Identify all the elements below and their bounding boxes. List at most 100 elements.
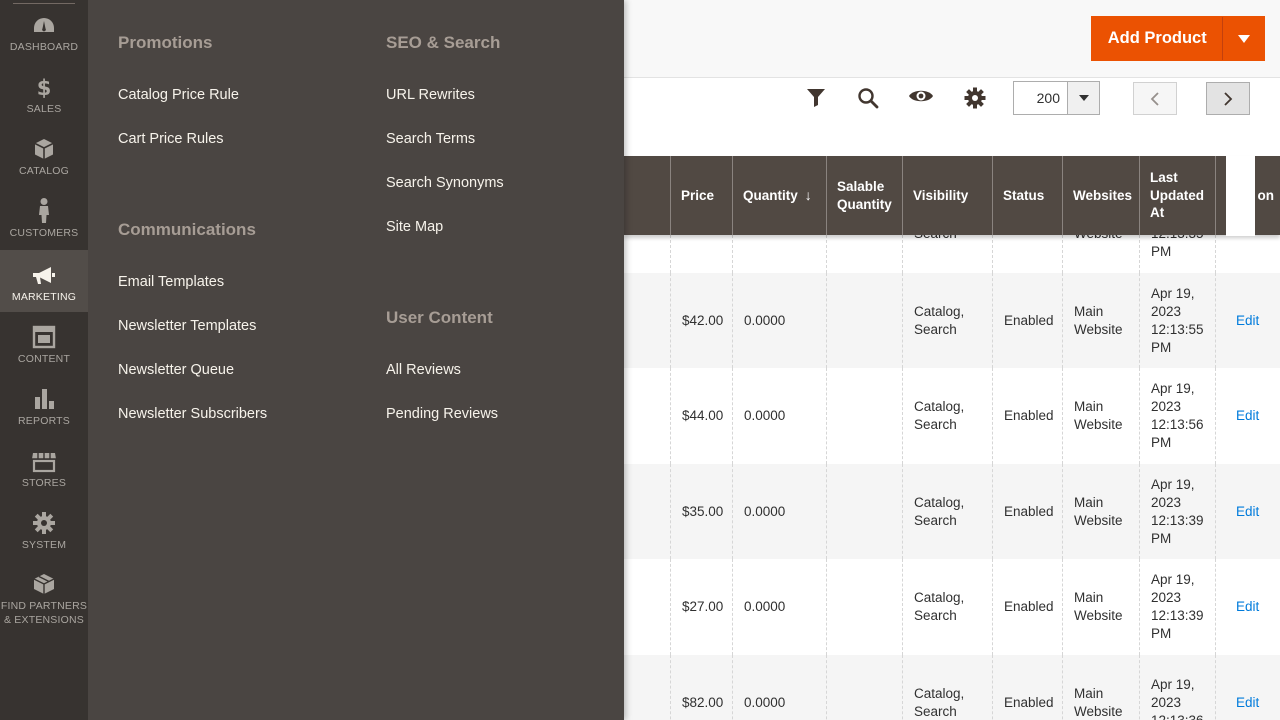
svg-text:$: $ <box>37 76 52 99</box>
cell-text: Enabled <box>1004 694 1054 710</box>
flyout-link-catalog-price-rule[interactable]: Catalog Price Rule <box>118 87 239 103</box>
column-header-websites[interactable]: Websites <box>1063 156 1140 235</box>
flyout-link-site-map[interactable]: Site Map <box>386 219 443 235</box>
edit-link[interactable]: Edit <box>1216 312 1259 330</box>
cell-updated: Apr 19, 2023 12:13:56 PM <box>1140 368 1216 464</box>
column-header-visibility[interactable]: Visibility <box>903 156 993 235</box>
cell-price: $42.00 <box>671 273 733 368</box>
column-header-last-updated[interactable]: Last Updated At <box>1140 156 1216 235</box>
nav-item-find-partners[interactable]: FIND PARTNERS & EXTENSIONS <box>0 562 88 632</box>
cell-action: Edit <box>1216 559 1280 655</box>
search-icon[interactable] <box>856 86 880 110</box>
cell-websites: Main Website <box>1063 655 1140 720</box>
megaphone-icon <box>33 267 55 284</box>
nav-item-sales[interactable]: $ SALES <box>0 62 88 124</box>
per-page-dropdown-toggle[interactable] <box>1067 82 1099 114</box>
flyout-link-search-synonyms[interactable]: Search Synonyms <box>386 175 504 191</box>
dollar-icon: $ <box>37 76 52 99</box>
table-row: $82.00 0.0000 Catalog, Search Enabled Main W… <box>624 655 1280 720</box>
cell-text: Enabled <box>1004 408 1054 423</box>
cell-price: $44.00 <box>671 368 733 464</box>
cell-websites: Main Website <box>1063 559 1140 655</box>
nav-label: REPORTS <box>18 415 70 427</box>
column-header-salable-quantity[interactable]: Salable Quantity <box>827 156 903 235</box>
column-label: Status <box>1003 187 1045 203</box>
cell-text: Main Website <box>1074 303 1123 337</box>
box-icon <box>34 139 54 159</box>
cell-text: $27.00 <box>682 599 724 614</box>
cell-text: Catalog, Search <box>914 399 965 432</box>
cell <box>624 273 671 368</box>
nav-item-customers[interactable]: CUSTOMERS <box>0 186 88 248</box>
cell-text: 0.0000 <box>744 694 786 710</box>
nav-label: SYSTEM <box>21 539 67 551</box>
column-header-quantity[interactable]: Quantity ↓ <box>733 156 827 235</box>
previous-page-button[interactable] <box>1133 82 1177 115</box>
content-icon <box>32 325 56 349</box>
nav-item-stores[interactable]: STORES <box>0 436 88 498</box>
filter-icon[interactable] <box>804 86 828 110</box>
nav-item-content[interactable]: CONTENT <box>0 312 88 374</box>
flyout-link-url-rewrites[interactable]: URL Rewrites <box>386 87 475 103</box>
add-product-dropdown-toggle[interactable] <box>1222 17 1264 60</box>
cell-text: Apr 19, 2023 12:13:36 <box>1151 676 1204 720</box>
cell-text: Main Website <box>1074 399 1123 432</box>
flyout-link-all-reviews[interactable]: All Reviews <box>386 362 461 378</box>
cell-quantity: 0.0000 <box>733 464 827 559</box>
edit-link[interactable]: Edit <box>1216 503 1259 521</box>
column-label: Websites <box>1073 187 1133 203</box>
cell-visibility: Catalog, Search <box>903 273 993 368</box>
nav-item-catalog[interactable]: CATALOG <box>0 124 88 186</box>
cell-text: $82.00 <box>682 694 724 710</box>
column-label: Price <box>681 187 715 203</box>
column-label: Quantity <box>743 187 798 203</box>
cell-quantity: 0.0000 <box>733 655 827 720</box>
column-header-price[interactable]: Price <box>671 156 733 235</box>
column-header-hidden <box>624 156 671 235</box>
nav-item-reports[interactable]: REPORTS <box>0 374 88 436</box>
caret-down-icon <box>1237 34 1250 43</box>
add-product-button[interactable]: Add Product <box>1092 17 1222 60</box>
cell-text: 0.0000 <box>744 599 786 614</box>
flyout-link-newsletter-templates[interactable]: Newsletter Templates <box>118 318 256 334</box>
cell-updated: Apr 19, 2023 12:13:36 <box>1140 655 1216 720</box>
flyout-group-title-communications: Communications <box>118 220 256 239</box>
nav-item-dashboard[interactable]: DASHBOARD <box>0 0 88 62</box>
cell-text: Main Website <box>1074 494 1123 528</box>
nav-label: CATALOG <box>18 165 70 177</box>
edit-link[interactable]: Edit <box>1216 694 1259 712</box>
gear-icon[interactable] <box>963 86 987 110</box>
flyout-link-cart-price-rules[interactable]: Cart Price Rules <box>118 131 224 147</box>
nav-label: DASHBOARD <box>9 41 79 53</box>
cell-text: Enabled <box>1004 503 1054 519</box>
edit-link[interactable]: Edit <box>1216 407 1259 425</box>
flyout-link-search-terms[interactable]: Search Terms <box>386 131 475 147</box>
next-page-button[interactable] <box>1206 82 1250 115</box>
per-page-select[interactable]: 200 <box>1013 81 1100 115</box>
cell <box>624 655 671 720</box>
nav-item-system[interactable]: SYSTEM <box>0 498 88 560</box>
chevron-right-icon <box>1224 91 1233 106</box>
edit-link[interactable]: Edit <box>1216 598 1259 616</box>
table-row: $35.00 0.0000 Catalog, Search Enabled Main W… <box>624 464 1280 559</box>
nav-label: STORES <box>21 477 67 489</box>
cell-text: $42.00 <box>682 312 724 328</box>
flyout-link-email-templates[interactable]: Email Templates <box>118 274 224 290</box>
product-grid-header: Price Quantity ↓ Salable Quantity Visibil… <box>624 156 1280 235</box>
eye-icon[interactable] <box>908 84 933 108</box>
cell-text: Enabled <box>1004 599 1054 614</box>
cell-text: Apr 19, 2023 12:13:39 PM <box>1151 476 1204 546</box>
column-header-status[interactable]: Status <box>993 156 1063 235</box>
nav-label: MARKETING <box>11 291 77 303</box>
cell-text: Catalog, Search <box>914 303 965 337</box>
flyout-link-newsletter-subscribers[interactable]: Newsletter Subscribers <box>118 406 267 422</box>
flyout-link-newsletter-queue[interactable]: Newsletter Queue <box>118 362 234 378</box>
cell-salable <box>827 464 903 559</box>
nav-item-marketing[interactable]: MARKETING <box>0 250 88 312</box>
cell-price: $35.00 <box>671 464 733 559</box>
cell-text: 0.0000 <box>744 408 786 423</box>
cell-websites: Main Website <box>1063 464 1140 559</box>
flyout-link-pending-reviews[interactable]: Pending Reviews <box>386 406 498 422</box>
flyout-group-title-seo: SEO & Search <box>386 33 501 52</box>
cell-status: Enabled <box>993 273 1063 368</box>
